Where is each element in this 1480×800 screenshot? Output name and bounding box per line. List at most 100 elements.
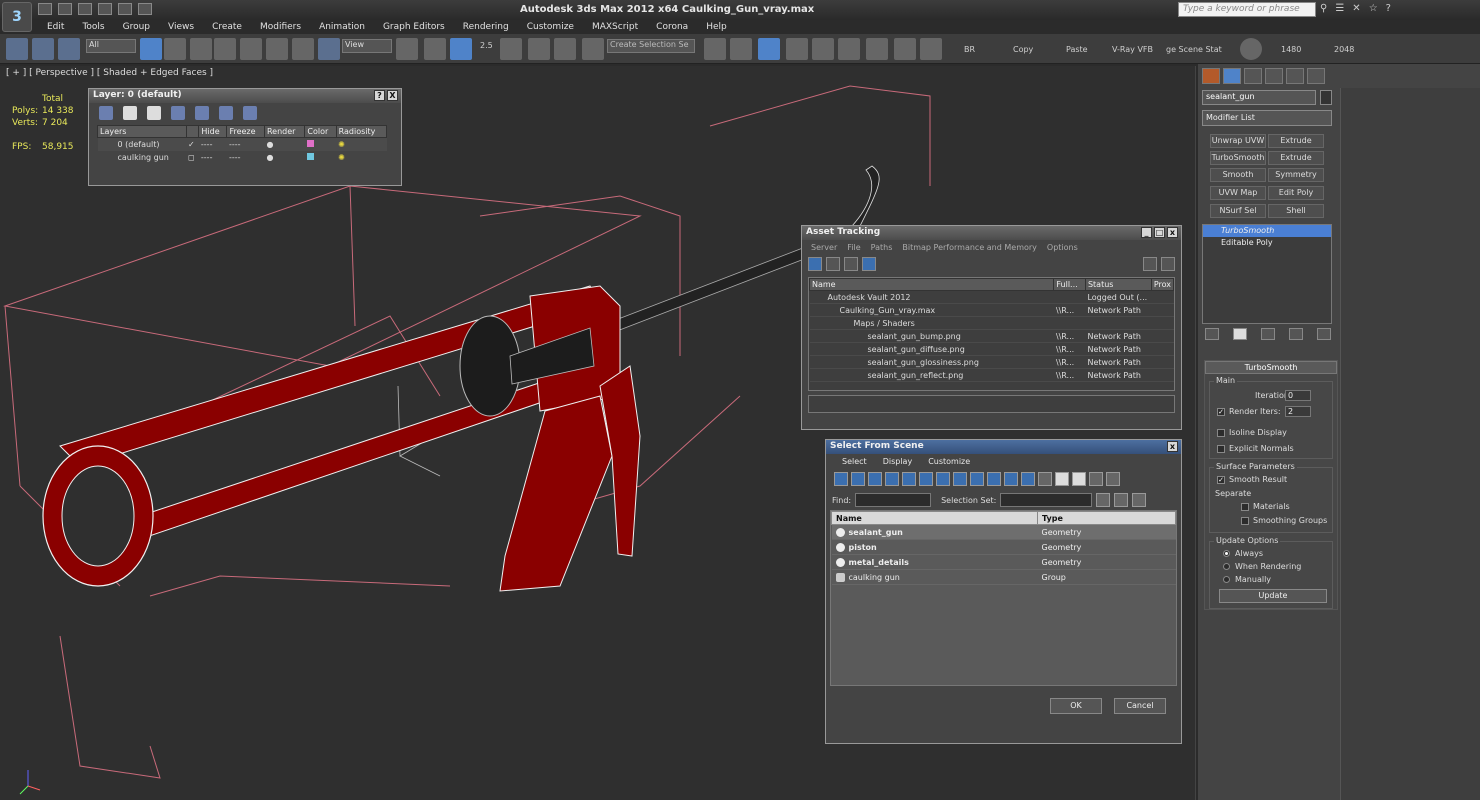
smooth-result-checkbox[interactable]: ✓ (1217, 476, 1225, 484)
pin-stack-icon[interactable] (1205, 328, 1219, 340)
col-proxy[interactable]: Prox (1150, 278, 1174, 291)
asset-row[interactable]: Maps / Shaders (809, 316, 1174, 330)
window-crossing-icon[interactable] (214, 38, 236, 60)
rotate-icon[interactable] (292, 38, 314, 60)
undo-icon[interactable] (98, 3, 112, 15)
update-button[interactable]: Update (1219, 589, 1327, 603)
col-render[interactable]: Render (263, 125, 306, 138)
select-manipulate-icon[interactable] (424, 38, 446, 60)
display-none-icon[interactable] (1055, 472, 1069, 486)
menu-tools[interactable]: Tools (73, 20, 113, 34)
delete-layer-icon[interactable] (123, 106, 137, 120)
create-layer-icon[interactable] (99, 106, 113, 120)
refresh-icon[interactable] (808, 257, 822, 271)
filter-icon[interactable] (1089, 472, 1103, 486)
modifier-stack[interactable]: TurboSmooth Editable Poly (1202, 224, 1332, 324)
info-icon[interactable] (1161, 257, 1175, 271)
scene-object-list[interactable]: Name Type sealant_gun Geometry piston Ge… (830, 510, 1177, 686)
layer-row[interactable]: caulking gun ◻ ---- ---- ● ✺ (98, 151, 387, 164)
display-shapes-icon[interactable] (851, 472, 865, 486)
rect-selection-icon[interactable] (190, 38, 212, 60)
turbosmooth-button[interactable]: TurboSmooth (1210, 151, 1266, 165)
manually-radio[interactable] (1223, 576, 1230, 583)
menu-group[interactable]: Group (114, 20, 159, 34)
turbosmooth-rollout-header[interactable]: TurboSmooth (1205, 361, 1337, 374)
col-full-path[interactable]: Full... (1053, 278, 1086, 291)
subscription-icon[interactable]: ☰ (1335, 3, 1344, 14)
asset-window-title[interactable]: Asset Tracking _ □ x (802, 226, 1181, 240)
edit-named-selection-icon[interactable] (582, 38, 604, 60)
col-name[interactable]: Name (809, 278, 1055, 291)
display-bones-icon[interactable] (970, 472, 984, 486)
percent-snap-icon[interactable] (528, 38, 550, 60)
app-logo-icon[interactable]: 3 (2, 2, 32, 32)
render-teapot-icon[interactable]: ● (264, 151, 304, 164)
modify-tab-icon[interactable] (1223, 68, 1241, 84)
selection-filter-dropdown[interactable]: All (86, 39, 136, 53)
utilities-tab-icon[interactable] (1307, 68, 1325, 84)
col-color[interactable]: Color (304, 125, 337, 138)
motion-tab-icon[interactable] (1265, 68, 1283, 84)
edit-poly-button[interactable]: Edit Poly (1268, 186, 1324, 200)
highlight-layer-icon[interactable] (195, 106, 209, 120)
open-file-icon[interactable] (58, 3, 72, 15)
display-frozen-icon[interactable] (1004, 472, 1018, 486)
render-teapot-icon[interactable] (920, 38, 942, 60)
radiosity-icon[interactable]: ✺ (336, 137, 387, 151)
display-containers-icon[interactable] (987, 472, 1001, 486)
menu-views[interactable]: Views (159, 20, 203, 34)
layer-hide[interactable]: ---- (198, 137, 227, 151)
display-helpers-icon[interactable] (902, 472, 916, 486)
col-status[interactable]: Status (1084, 278, 1152, 291)
help-button[interactable]: ? (374, 90, 385, 101)
binoculars-icon[interactable]: ⚲ (1320, 3, 1327, 14)
table-view-icon[interactable] (862, 257, 876, 271)
freeze-all-layers-icon[interactable] (243, 106, 257, 120)
asset-row[interactable]: sealant_gun_bump.png \\R... Network Path (809, 329, 1174, 343)
shell-button[interactable]: Shell (1268, 204, 1324, 218)
named-selection-dropdown[interactable]: Create Selection Se (607, 39, 695, 53)
display-tab-icon[interactable] (1286, 68, 1304, 84)
modifier-list-dropdown[interactable]: Modifier List (1202, 110, 1332, 126)
list-view-icon[interactable] (826, 257, 840, 271)
unwrap-uvw-button[interactable]: Unwrap UVW (1210, 134, 1266, 148)
scene-states-button[interactable]: ge Scene Stat (1166, 45, 1222, 54)
object-color-swatch[interactable] (1320, 90, 1332, 105)
configure-modifier-sets-icon[interactable] (1317, 328, 1331, 340)
display-geometry-icon[interactable] (834, 472, 848, 486)
paste-button[interactable]: Paste (1066, 45, 1088, 54)
iterations-spinner[interactable]: 0 (1285, 390, 1311, 401)
display-hidden-icon[interactable] (1021, 472, 1035, 486)
render-setup-icon[interactable] (894, 38, 916, 60)
extrude-button-2[interactable]: Extrude (1268, 151, 1324, 165)
col-hide[interactable]: Hide (198, 125, 228, 138)
pivot-center-icon[interactable] (396, 38, 418, 60)
material-editor-icon[interactable] (866, 38, 888, 60)
menu-modifiers[interactable]: Modifiers (251, 20, 310, 34)
redo-icon[interactable] (118, 3, 132, 15)
sfs-window-title[interactable]: Select From Scene x (826, 440, 1181, 454)
layer-current-check[interactable]: ✓ (186, 137, 199, 151)
close-button[interactable]: X (387, 90, 398, 101)
asset-list[interactable]: Name Full... Status Prox Autodesk Vault … (808, 277, 1175, 391)
col-radiosity[interactable]: Radiosity (335, 125, 388, 138)
smooth-button[interactable]: Smooth (1210, 168, 1266, 182)
col-current[interactable] (185, 125, 200, 138)
render-height-button[interactable]: 2048 (1334, 45, 1354, 54)
menu-graph-editors[interactable]: Graph Editors (374, 20, 454, 34)
br-button[interactable]: BR (964, 45, 975, 54)
col-layers[interactable]: Layers (97, 125, 187, 138)
copy-button[interactable]: Copy (1013, 45, 1033, 54)
scale-icon[interactable] (318, 38, 340, 60)
curve-editor-icon[interactable] (812, 38, 834, 60)
mirror-icon[interactable] (704, 38, 726, 60)
display-lights-icon[interactable] (868, 472, 882, 486)
link-icon[interactable] (6, 38, 28, 60)
scene-object-row[interactable]: piston Geometry (831, 539, 1176, 555)
asset-menu-paths[interactable]: Paths (866, 240, 898, 255)
sfs-menu-select[interactable]: Select (834, 454, 875, 470)
nsurf-sel-button[interactable]: NSurf Sel (1210, 204, 1266, 218)
select-move-icon[interactable] (240, 38, 262, 60)
invert-display-icon[interactable] (1072, 472, 1086, 486)
menu-customize[interactable]: Customize (518, 20, 583, 34)
